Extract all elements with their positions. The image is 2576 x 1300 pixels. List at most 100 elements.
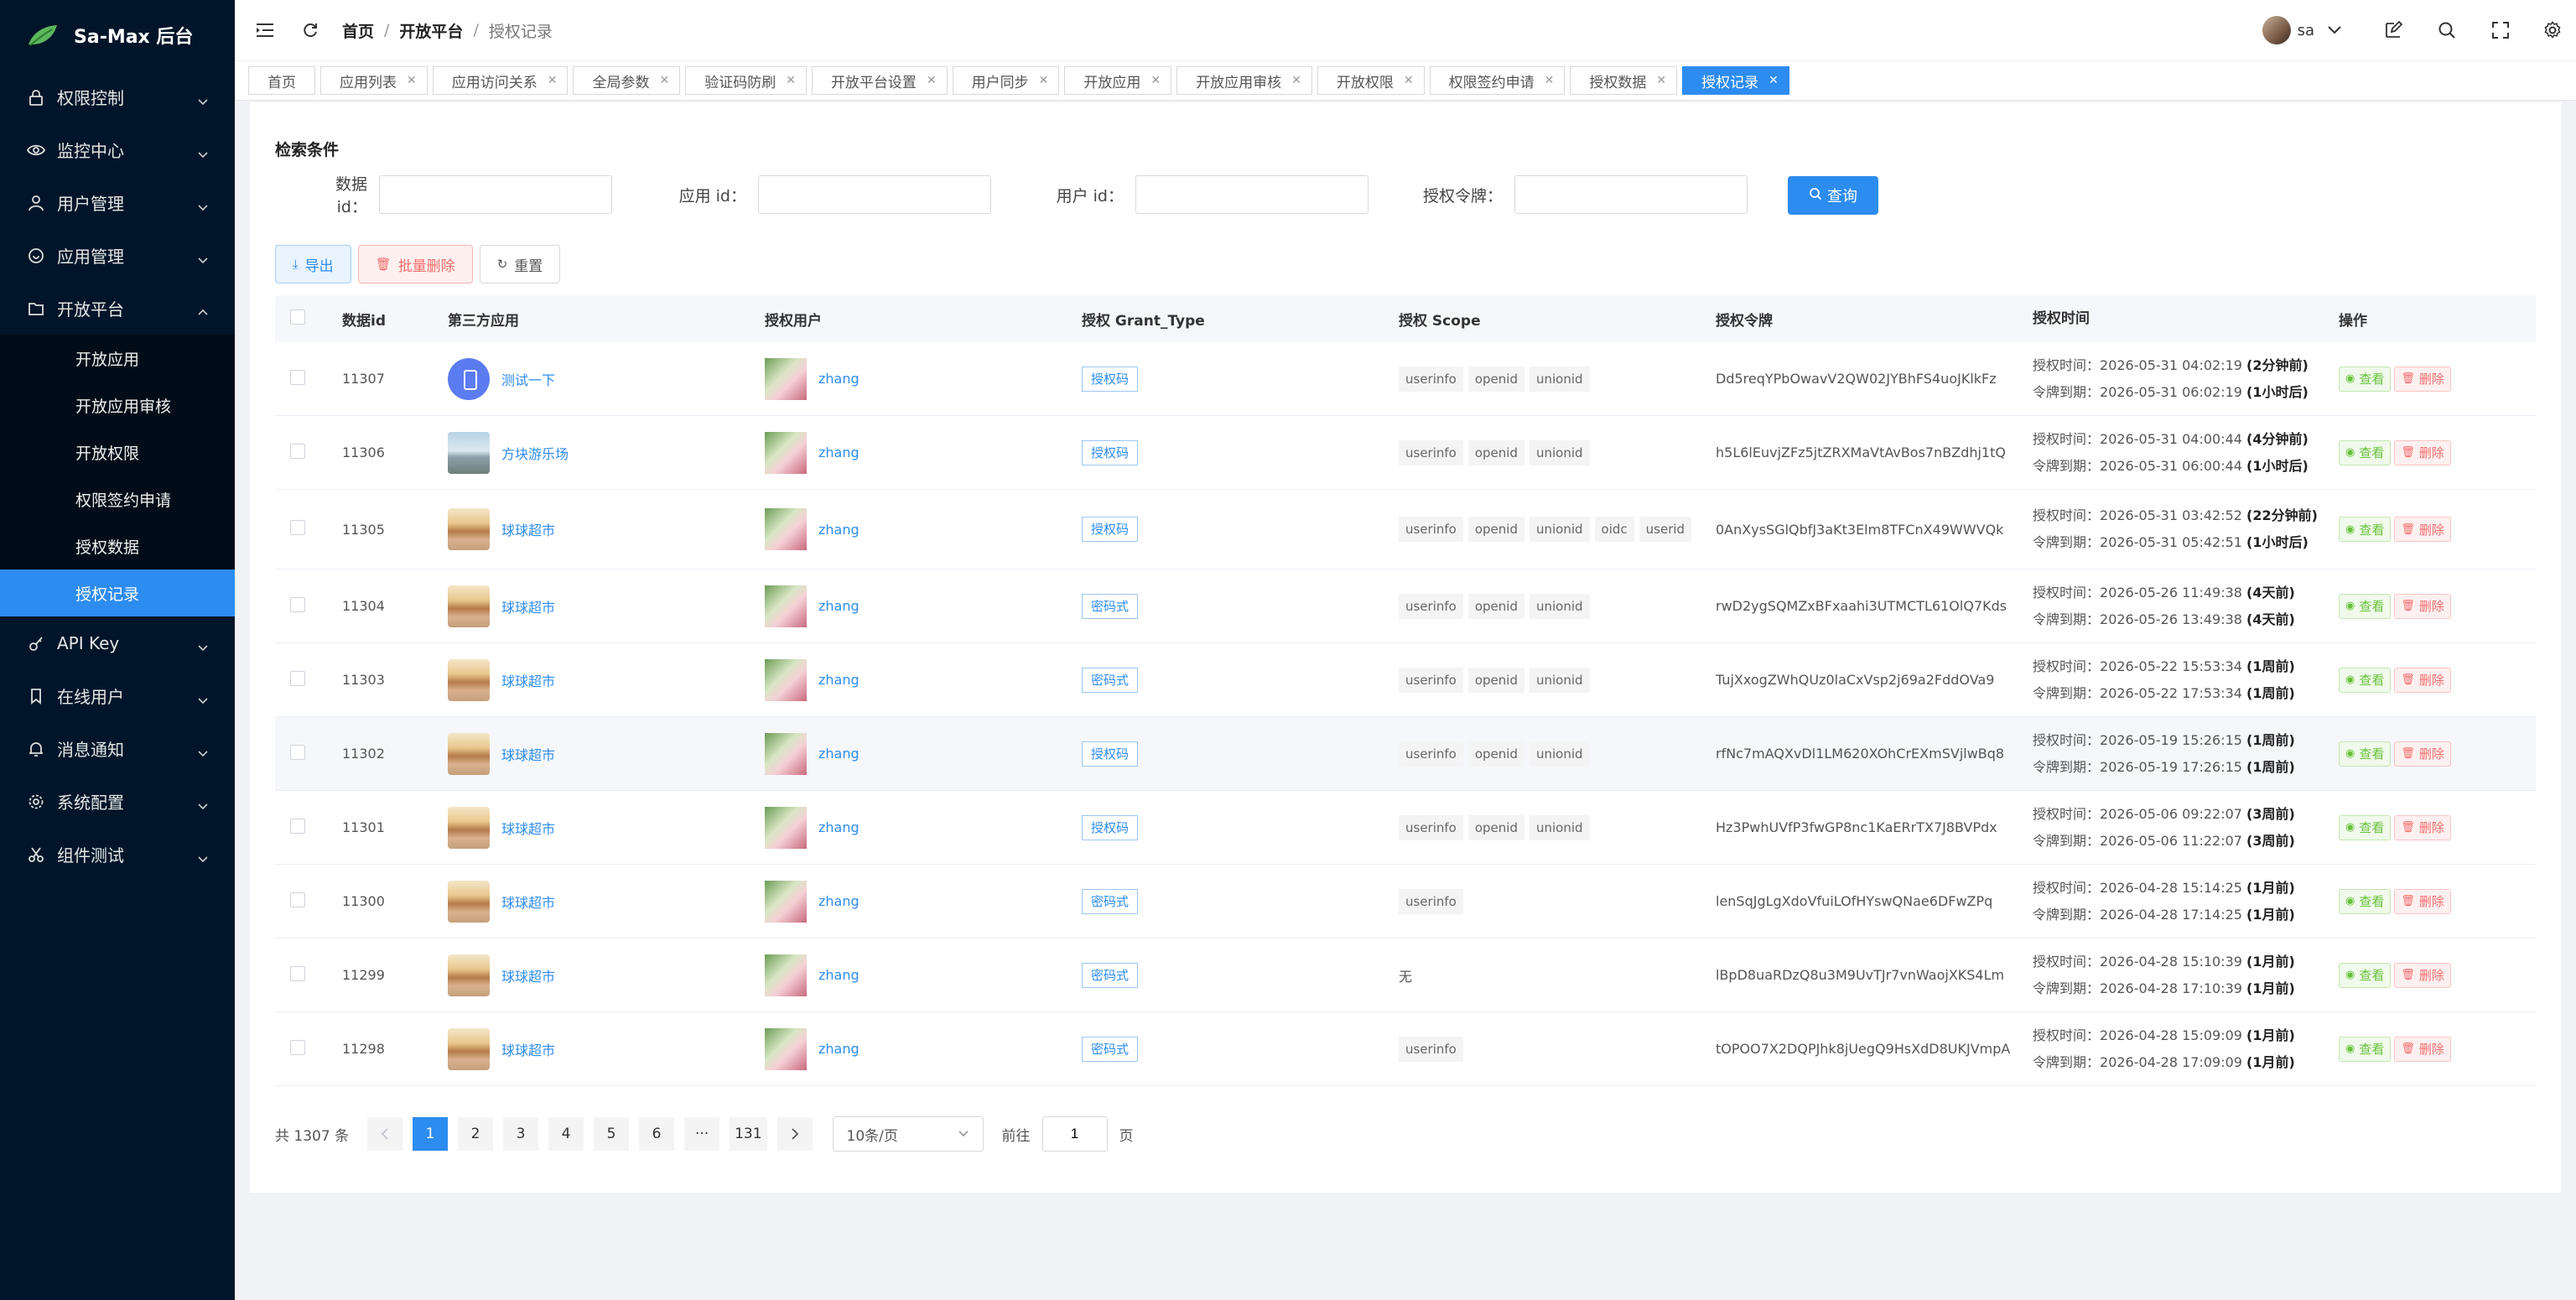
user-name-link[interactable]: zhang	[818, 445, 860, 460]
user-name-link[interactable]: zhang	[818, 522, 860, 538]
tab-0[interactable]: 首页	[248, 66, 315, 95]
breadcrumb-open-platform[interactable]: 开放平台	[399, 19, 463, 42]
row-checkbox[interactable]	[290, 443, 305, 459]
delete-button[interactable]: 🗑 删除	[2394, 366, 2451, 392]
delete-button[interactable]: 🗑 删除	[2394, 814, 2451, 840]
tab-10[interactable]: 权限签约申请 ✕	[1429, 66, 1566, 95]
menu-toggle-icon[interactable]	[253, 18, 277, 42]
row-checkbox[interactable]	[290, 744, 305, 760]
sidebar-item-4[interactable]: 授权数据	[0, 523, 235, 569]
export-button[interactable]: ⤓ 导出	[275, 245, 351, 283]
view-button[interactable]: ◉ 查看	[2339, 517, 2392, 542]
tab-4[interactable]: 验证码防刷 ✕	[685, 66, 807, 95]
sidebar-group-1[interactable]: 监控中心	[0, 123, 235, 176]
sidebar-group-3[interactable]: 应用管理	[0, 229, 235, 282]
sidebar-group-6[interactable]: 在线用户	[0, 669, 235, 722]
page-button[interactable]: 131	[730, 1117, 767, 1151]
sidebar-item-0[interactable]: 开放应用	[0, 335, 235, 382]
row-checkbox[interactable]	[290, 520, 305, 535]
view-button[interactable]: ◉ 查看	[2339, 667, 2392, 693]
data-id-input[interactable]	[379, 175, 612, 214]
sidebar-group-5[interactable]: API Key	[0, 616, 235, 669]
user-name-link[interactable]: zhang	[818, 967, 860, 983]
user-name-link[interactable]: zhang	[818, 672, 860, 688]
close-icon[interactable]: ✕	[659, 74, 669, 87]
row-checkbox[interactable]	[290, 965, 305, 981]
delete-button[interactable]: 🗑 删除	[2394, 517, 2451, 542]
user-name-link[interactable]: zhang	[818, 371, 860, 387]
app-name-link[interactable]: 球球超市	[501, 892, 555, 912]
tab-6[interactable]: 用户同步 ✕	[952, 66, 1060, 95]
user-name-link[interactable]: zhang	[818, 1041, 860, 1057]
row-checkbox[interactable]	[290, 369, 305, 385]
delete-button[interactable]: 🗑 删除	[2394, 667, 2451, 693]
view-button[interactable]: ◉ 查看	[2339, 439, 2392, 465]
app-name-link[interactable]: 球球超市	[501, 744, 555, 764]
page-button[interactable]: 1	[413, 1117, 449, 1151]
close-icon[interactable]: ✕	[1656, 74, 1666, 87]
chevron-down-icon[interactable]	[2323, 18, 2346, 42]
app-name-link[interactable]: 球球超市	[501, 519, 555, 539]
refresh-icon[interactable]	[299, 18, 322, 42]
edit-icon[interactable]	[2381, 18, 2405, 42]
sidebar-group-4[interactable]: 开放平台	[0, 282, 235, 335]
sidebar-group-2[interactable]: 用户管理	[0, 176, 235, 229]
avatar[interactable]	[2262, 16, 2291, 44]
row-checkbox[interactable]	[290, 892, 305, 907]
view-button[interactable]: ◉ 查看	[2339, 1036, 2392, 1062]
delete-button[interactable]: 🗑 删除	[2394, 593, 2451, 619]
token-input[interactable]	[1514, 175, 1748, 214]
delete-button[interactable]: 🗑 删除	[2394, 962, 2451, 988]
sidebar-item-2[interactable]: 开放权限	[0, 429, 235, 476]
close-icon[interactable]: ✕	[1150, 74, 1161, 87]
sidebar-group-7[interactable]: 消息通知	[0, 722, 235, 775]
app-name-link[interactable]: 球球超市	[501, 596, 555, 616]
row-checkbox[interactable]	[290, 596, 305, 612]
tab-8[interactable]: 开放应用审核 ✕	[1176, 66, 1312, 95]
sidebar-group-9[interactable]: 组件测试	[0, 828, 235, 881]
close-icon[interactable]: ✕	[1404, 74, 1414, 87]
app-name-link[interactable]: 方块游乐场	[501, 443, 569, 463]
app-name-link[interactable]: 球球超市	[501, 1039, 555, 1059]
view-button[interactable]: ◉ 查看	[2339, 814, 2392, 840]
app-name-link[interactable]: 测试一下	[501, 369, 555, 389]
goto-page-input[interactable]	[1041, 1116, 1108, 1152]
view-button[interactable]: ◉ 查看	[2339, 366, 2392, 392]
tab-11[interactable]: 授权数据 ✕	[1570, 66, 1678, 95]
app-id-input[interactable]	[758, 175, 991, 214]
user-name[interactable]: sa	[2298, 22, 2314, 39]
delete-button[interactable]: 🗑 删除	[2394, 888, 2451, 914]
next-page-button[interactable]	[776, 1117, 813, 1151]
tab-7[interactable]: 开放应用 ✕	[1064, 66, 1172, 95]
close-icon[interactable]: ✕	[1291, 74, 1301, 87]
view-button[interactable]: ◉ 查看	[2339, 962, 2392, 988]
gear-icon[interactable]	[2541, 18, 2564, 42]
sidebar-group-8[interactable]: 系统配置	[0, 775, 235, 828]
delete-button[interactable]: 🗑 删除	[2394, 439, 2451, 465]
row-checkbox[interactable]	[290, 670, 305, 686]
view-button[interactable]: ◉ 查看	[2339, 741, 2392, 767]
fullscreen-icon[interactable]	[2489, 18, 2512, 42]
user-id-input[interactable]	[1135, 175, 1368, 214]
delete-button[interactable]: 🗑 删除	[2394, 741, 2451, 767]
close-icon[interactable]: ✕	[927, 74, 937, 87]
view-button[interactable]: ◉ 查看	[2339, 888, 2392, 914]
batch-delete-button[interactable]: 🗑 批量删除	[357, 245, 473, 283]
sidebar-item-5[interactable]: 授权记录	[0, 569, 235, 616]
tab-1[interactable]: 应用列表 ✕	[320, 66, 428, 95]
tab-2[interactable]: 应用访问关系 ✕	[432, 66, 569, 95]
page-button[interactable]: 6	[639, 1117, 675, 1151]
app-name-link[interactable]: 球球超市	[501, 965, 555, 985]
user-name-link[interactable]: zhang	[818, 746, 860, 762]
page-button[interactable]: 4	[548, 1117, 584, 1151]
page-button[interactable]: 3	[503, 1117, 539, 1151]
close-icon[interactable]: ✕	[548, 74, 558, 87]
row-checkbox[interactable]	[290, 1039, 305, 1055]
app-name-link[interactable]: 球球超市	[501, 818, 555, 838]
breadcrumb-home[interactable]: 首页	[342, 19, 374, 42]
user-name-link[interactable]: zhang	[818, 819, 860, 835]
sidebar-group-0[interactable]: 权限控制	[0, 70, 235, 123]
close-icon[interactable]: ✕	[407, 74, 417, 87]
tab-12[interactable]: 授权记录 ✕	[1682, 66, 1789, 95]
query-button[interactable]: 查询	[1788, 176, 1878, 215]
